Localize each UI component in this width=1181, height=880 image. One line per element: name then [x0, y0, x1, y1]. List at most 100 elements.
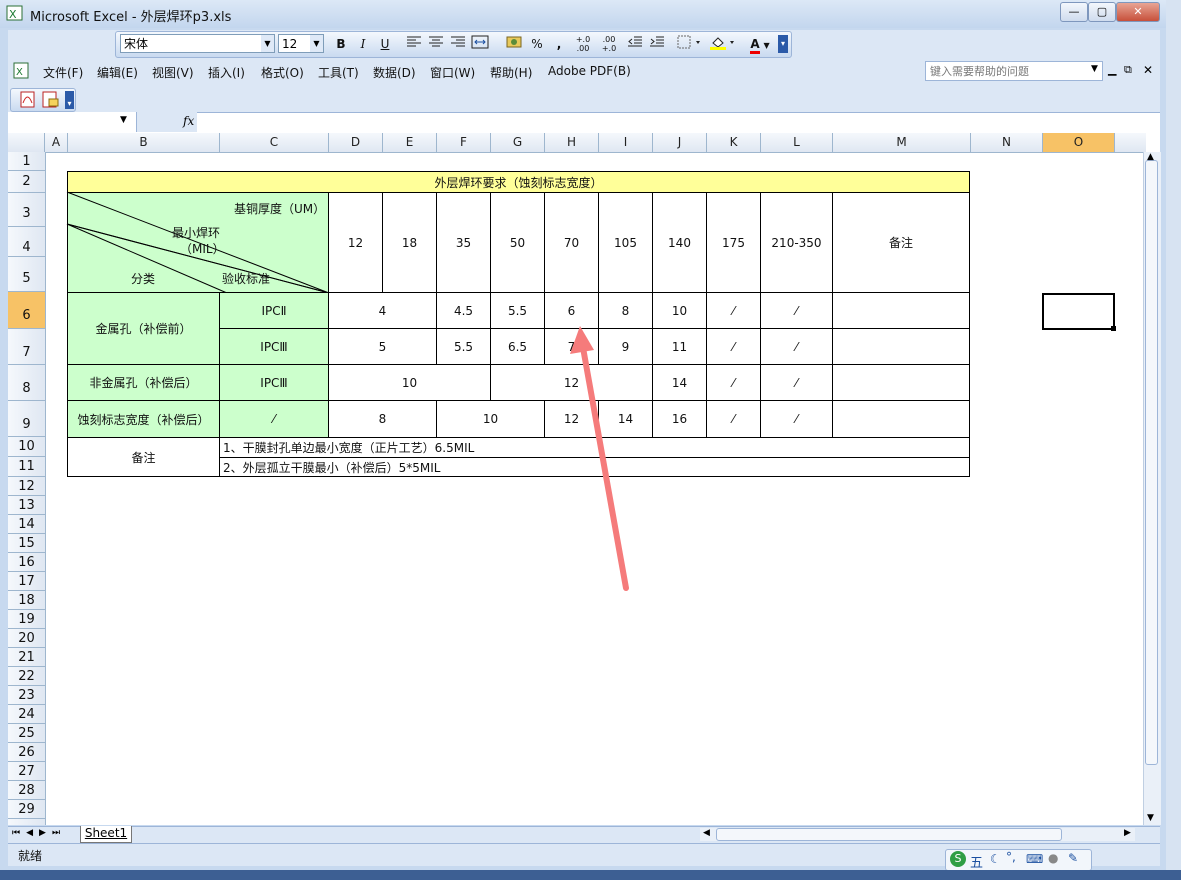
table-cell[interactable]: [832, 328, 970, 365]
fill-color-icon[interactable]: [708, 35, 740, 53]
menu-view[interactable]: 视图(V): [152, 64, 194, 81]
align-right-icon[interactable]: [448, 35, 468, 53]
nonmetal-hole-label[interactable]: 非金属孔（补偿后）: [67, 364, 220, 401]
increase-decimal-button[interactable]: +.0 .00: [571, 35, 595, 53]
menu-tools[interactable]: 工具(T): [318, 64, 359, 81]
toolbar-options-icon[interactable]: ▾: [778, 35, 788, 53]
scroll-left-icon[interactable]: ◀: [703, 828, 710, 838]
row-header[interactable]: 19: [8, 610, 45, 629]
menu-file[interactable]: 文件(F): [43, 64, 83, 81]
doc-restore-icon[interactable]: ⧉: [1124, 63, 1132, 77]
chevron-down-icon[interactable]: ▼: [120, 115, 127, 125]
chevron-down-icon[interactable]: ▼: [1091, 64, 1098, 74]
column-header[interactable]: I: [599, 133, 653, 152]
keyboard-icon[interactable]: ⌨: [1026, 852, 1043, 866]
ipc2-label[interactable]: IPCⅡ: [219, 292, 329, 329]
pdf-create-icon[interactable]: [19, 91, 37, 112]
table-cell[interactable]: 4.5: [436, 292, 491, 329]
ipc3-label[interactable]: IPCⅢ: [219, 328, 329, 365]
column-header[interactable]: B: [68, 133, 220, 152]
underline-button[interactable]: U: [375, 35, 395, 53]
pdf-email-icon[interactable]: [41, 91, 59, 112]
chevron-down-icon[interactable]: ▼: [310, 35, 323, 52]
column-header[interactable]: H: [545, 133, 599, 152]
font-name-combo[interactable]: 宋体 ▼: [120, 34, 275, 53]
help-search-input[interactable]: 键入需要帮助的问题: [925, 61, 1103, 81]
align-left-icon[interactable]: [404, 35, 424, 53]
table-cell[interactable]: 16: [652, 400, 707, 438]
row-header[interactable]: 29: [8, 800, 45, 819]
fx-icon[interactable]: fx: [183, 114, 194, 128]
header-105[interactable]: 105: [598, 192, 653, 293]
row-header[interactable]: 16: [8, 553, 45, 572]
punctuation-icon[interactable]: °,: [1006, 850, 1016, 864]
percent-button[interactable]: %: [527, 35, 547, 53]
table-cell[interactable]: ⁄: [706, 328, 761, 365]
row-header[interactable]: 18: [8, 591, 45, 610]
horizontal-scroll-thumb[interactable]: [716, 828, 1062, 841]
remark-label[interactable]: 备注: [67, 437, 220, 477]
row-header[interactable]: 15: [8, 534, 45, 553]
row-header[interactable]: 2: [8, 171, 45, 193]
row-header[interactable]: 23: [8, 686, 45, 705]
menu-format[interactable]: 格式(O): [261, 64, 304, 81]
row-header[interactable]: 1: [8, 152, 45, 171]
table-cell[interactable]: ⁄: [706, 292, 761, 329]
italic-button[interactable]: I: [353, 35, 373, 53]
table-cell[interactable]: ⁄: [760, 292, 833, 329]
table-cell[interactable]: 10: [652, 292, 707, 329]
row-header[interactable]: 9: [8, 401, 45, 437]
sheet-tab[interactable]: Sheet1: [80, 826, 132, 843]
row-header[interactable]: 7: [8, 329, 45, 365]
header-12[interactable]: 12: [328, 192, 383, 293]
row-header[interactable]: 27: [8, 762, 45, 781]
bold-button[interactable]: B: [331, 35, 351, 53]
table-cell[interactable]: 8: [328, 400, 437, 438]
table-cell[interactable]: ⁄: [760, 400, 833, 438]
table-cell[interactable]: ⁄: [706, 364, 761, 401]
header-18[interactable]: 18: [382, 192, 437, 293]
row-header[interactable]: 10: [8, 437, 45, 457]
close-button[interactable]: ✕: [1116, 2, 1160, 22]
column-header[interactable]: F: [437, 133, 491, 152]
table-cell[interactable]: [832, 364, 970, 401]
etch-width-label[interactable]: 蚀刻标志宽度（补偿后）: [67, 400, 220, 438]
column-header[interactable]: E: [383, 133, 437, 152]
scroll-up-icon[interactable]: ▲: [1147, 152, 1154, 162]
table-cell[interactable]: 5.5: [436, 328, 491, 365]
nonmetal-std-label[interactable]: IPCⅢ: [219, 364, 329, 401]
decrease-decimal-button[interactable]: .00 +.0: [597, 35, 621, 53]
menu-insert[interactable]: 插入(I): [208, 64, 245, 81]
row-header[interactable]: 5: [8, 257, 45, 292]
scroll-right-icon[interactable]: ▶: [1124, 828, 1131, 838]
minimize-button[interactable]: —: [1060, 2, 1088, 22]
menu-edit[interactable]: 编辑(E): [97, 64, 138, 81]
table-cell[interactable]: [832, 292, 970, 329]
decrease-indent-icon[interactable]: [625, 35, 645, 53]
row-header[interactable]: 11: [8, 457, 45, 477]
currency-icon[interactable]: [504, 35, 524, 53]
row-header[interactable]: 14: [8, 515, 45, 534]
table-cell[interactable]: ⁄: [706, 400, 761, 438]
toolbar-options-icon[interactable]: ▾: [65, 91, 74, 109]
row-header[interactable]: 13: [8, 496, 45, 515]
row-header[interactable]: 3: [8, 193, 45, 227]
select-all-corner[interactable]: [8, 133, 45, 152]
comma-button[interactable]: ,: [549, 35, 569, 53]
table-cell[interactable]: 10: [328, 364, 491, 401]
merge-center-icon[interactable]: [470, 35, 490, 53]
table-cell[interactable]: [832, 400, 970, 438]
column-header[interactable]: A: [45, 133, 68, 152]
table-cell[interactable]: 11: [652, 328, 707, 365]
header-35[interactable]: 35: [436, 192, 491, 293]
table-cell[interactable]: 5: [328, 328, 437, 365]
borders-icon[interactable]: [676, 35, 704, 53]
tab-navigation-icons[interactable]: ⏮◀▶⏭: [12, 828, 66, 838]
maximize-button[interactable]: ▢: [1088, 2, 1116, 22]
etch-std-label[interactable]: ⁄: [219, 400, 329, 438]
column-header[interactable]: C: [220, 133, 329, 152]
header-210-350[interactable]: 210-350: [760, 192, 833, 293]
user-icon[interactable]: ●: [1048, 851, 1058, 865]
active-cell-cursor[interactable]: [1042, 293, 1115, 330]
font-color-button[interactable]: A ▼: [744, 35, 776, 54]
